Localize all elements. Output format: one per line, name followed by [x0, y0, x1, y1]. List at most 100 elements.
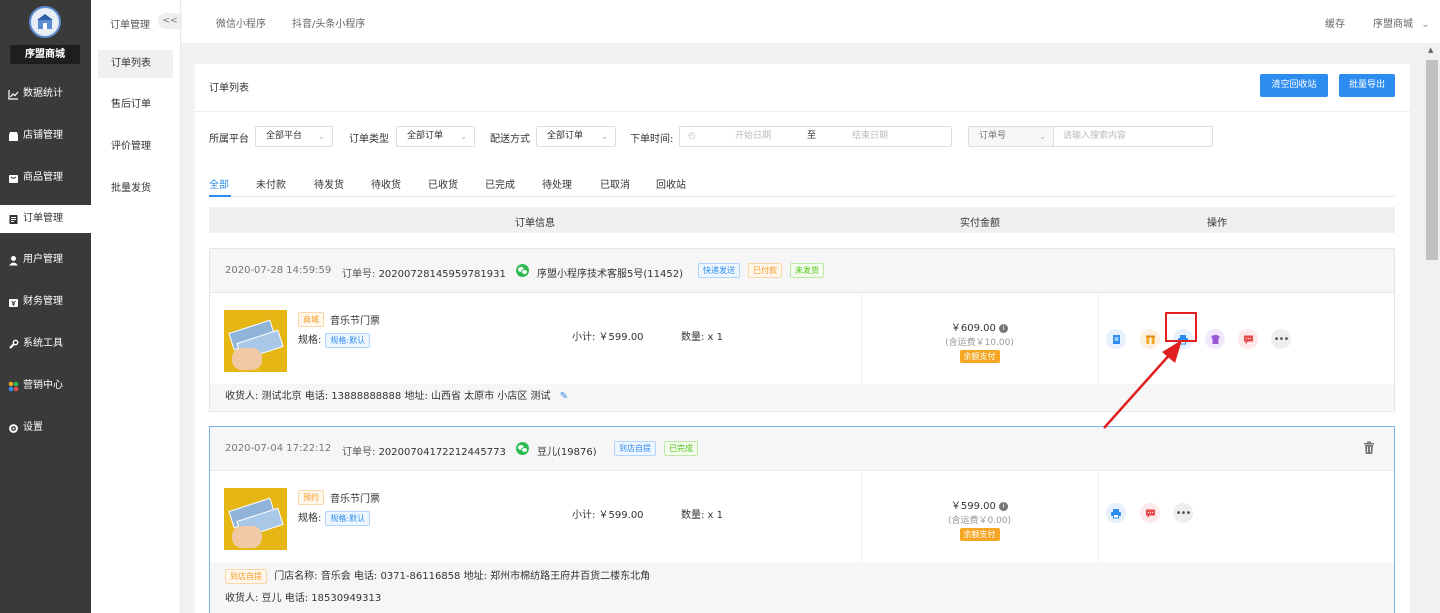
tab-completed[interactable]: 已完成 — [485, 176, 515, 191]
goods-icon — [8, 173, 19, 184]
main-panel: 订单列表 清空回收站 批量导出 所属平台 全部平台 ⌄ 订单类型 全部订单 ⌄ … — [195, 64, 1410, 613]
divider — [1098, 294, 1099, 384]
info-icon[interactable]: i — [999, 324, 1009, 333]
tab-all[interactable]: 全部 — [209, 176, 229, 191]
pickup-tag: 到店自提 — [225, 569, 267, 584]
delivery-note-button[interactable] — [1205, 329, 1225, 349]
clear-recycle-bin-button[interactable]: 清空回收站 — [1260, 74, 1328, 97]
payment-method-tag: 余额支付 — [959, 350, 1000, 363]
tab-unpaid[interactable]: 未付款 — [256, 176, 286, 191]
subnav-item-reviews[interactable]: 评价管理 — [98, 133, 173, 161]
topnav-douyin-miniprogram[interactable]: 抖音/头条小程序 — [292, 15, 365, 30]
order-body: 商城 音乐节门票 规格: 规格:默认 小计: ￥599.00 数量: x 1 ￥6… — [210, 294, 1394, 384]
tab-to-receive[interactable]: 待收货 — [371, 176, 401, 191]
print-receipt-button[interactable] — [1106, 329, 1126, 349]
tab-received[interactable]: 已收货 — [428, 176, 458, 191]
date-range-separator: 至 — [807, 131, 817, 141]
sidebar-item-finance[interactable]: 财务管理 — [0, 288, 91, 316]
active-tab-indicator — [209, 195, 231, 197]
sidebar-item-users[interactable]: 用户管理 — [0, 246, 91, 274]
scroll-up-arrow-icon[interactable]: ▲ — [1428, 46, 1433, 54]
top-bar: 微信小程序 抖音/头条小程序 缓存 序盟商城 ⌄ — [181, 0, 1440, 44]
order-type-label: 订单类型 — [349, 134, 389, 145]
ship-order-button[interactable] — [1140, 329, 1160, 349]
order-footer: 到店自提 门店名称: 音乐会 电话: 0371-86116858 地址: 郑州市… — [210, 562, 1394, 613]
sidebar-item-goods[interactable]: 商品管理 — [0, 164, 91, 192]
sidebar-item-stats[interactable]: 数据统计 — [0, 80, 91, 108]
sidebar-item-orders[interactable]: 订单管理 — [0, 205, 91, 233]
sidebar-item-store[interactable]: 店铺管理 — [0, 122, 91, 150]
product-image[interactable] — [224, 488, 287, 550]
delivery-select[interactable]: 全部订单 ⌄ — [536, 126, 616, 147]
end-date-input[interactable]: 结束日期 — [852, 127, 888, 146]
app: 序盟商城 数据统计 店铺管理 商品管理 订单管理 用户管理 财务管理 系统工具 — [0, 0, 1440, 613]
amount-value: ￥599.00 — [950, 501, 996, 512]
spec-label: 规格: — [298, 513, 322, 524]
scrollbar-thumb[interactable] — [1426, 60, 1438, 260]
tab-pending[interactable]: 待处理 — [542, 176, 572, 191]
search-input[interactable]: 请输入搜索内容 — [1053, 126, 1213, 147]
search-field-value: 订单号 — [979, 131, 1007, 141]
shop-logo[interactable] — [29, 6, 61, 38]
sidebar: 序盟商城 数据统计 店铺管理 商品管理 订单管理 用户管理 财务管理 系统工具 — [0, 0, 91, 613]
batch-export-button[interactable]: 批量导出 — [1339, 74, 1395, 97]
topnav-wechat-miniprogram[interactable]: 微信小程序 — [216, 15, 266, 30]
shipping-fee: (含运费￥10.00) — [945, 338, 1014, 348]
wrench-icon — [8, 339, 19, 350]
product-name[interactable]: 音乐节门票 — [330, 312, 380, 327]
shipping-fee: (含运费￥0.00) — [947, 516, 1012, 526]
divider — [195, 111, 1410, 112]
collapse-sidebar-button[interactable]: << — [158, 13, 182, 29]
sidebar-item-settings[interactable]: 设置 — [0, 414, 91, 442]
product-image[interactable] — [224, 310, 287, 372]
trash-icon[interactable] — [1363, 441, 1375, 458]
paid-amount: ￥599.00 i (含运费￥0.00) 余额支付 — [861, 497, 1098, 541]
subtotal: 小计: ￥599.00 — [572, 510, 644, 521]
platform-label: 所属平台 — [209, 134, 249, 145]
sidebar-item-label: 用户管理 — [23, 254, 63, 265]
platform-select[interactable]: 全部平台 ⌄ — [255, 126, 333, 147]
receiver-info: 收货人: 豆儿 电话: 18530949313 — [225, 593, 382, 604]
order-user[interactable]: 豆儿(19876) — [537, 443, 597, 458]
product-spec: 规格: 规格:默认 — [298, 509, 371, 526]
search-field-select[interactable]: 订单号 ⌄ — [968, 126, 1054, 147]
amount-value: ￥609.00 — [950, 323, 996, 334]
sidebar-item-tools[interactable]: 系统工具 — [0, 330, 91, 358]
more-icon: ••• — [1273, 333, 1290, 345]
tab-to-ship[interactable]: 待发货 — [314, 176, 344, 191]
column-actions: 操作 — [1207, 218, 1227, 229]
platform-select-value: 全部平台 — [266, 131, 303, 141]
subnav-item-after-sale[interactable]: 售后订单 — [98, 91, 173, 119]
subnav-item-batch-ship[interactable]: 批量发货 — [98, 175, 173, 203]
subnav-item-order-list[interactable]: 订单列表 — [98, 50, 173, 78]
start-date-input[interactable]: 开始日期 — [735, 127, 771, 146]
date-range-picker[interactable]: ◴ 开始日期 至 结束日期 — [679, 126, 952, 147]
tab-cancelled[interactable]: 已取消 — [600, 176, 630, 191]
order-status-tag: 已完成 — [664, 441, 698, 456]
print-order-button[interactable] — [1106, 503, 1126, 523]
tab-recycle-bin[interactable]: 回收站 — [656, 176, 686, 191]
order-header: 2020-07-04 17:22:12 订单号: 202007041722124… — [210, 427, 1394, 471]
order-user[interactable]: 序盟小程序技术客服5号(11452) — [537, 265, 683, 280]
shipping-status-tag: 未发货 — [790, 263, 824, 278]
order-footer: 收货人: 测试北京 电话: 13888888888 地址: 山西省 太原市 小店… — [210, 384, 1394, 410]
delivery-tag: 快递发送 — [698, 263, 740, 278]
sidebar-item-label: 营销中心 — [23, 380, 63, 391]
table-header: 订单信息 实付金额 操作 — [209, 207, 1395, 233]
product-source-tag: 商城 — [298, 312, 324, 327]
product-name[interactable]: 音乐节门票 — [330, 490, 380, 505]
more-actions-button[interactable]: ••• — [1271, 329, 1291, 349]
column-amount: 实付金额 — [960, 218, 1000, 229]
more-actions-button[interactable]: ••• — [1173, 503, 1193, 523]
cache-button[interactable]: 缓存 — [1325, 15, 1345, 30]
chevron-down-icon: ⌄ — [1421, 19, 1430, 30]
user-menu[interactable]: 序盟商城 ⌄ — [1373, 15, 1430, 30]
edit-icon[interactable]: ✎ — [560, 391, 568, 402]
sidebar-item-marketing[interactable]: 营销中心 — [0, 372, 91, 400]
remark-button[interactable] — [1238, 329, 1258, 349]
info-icon[interactable]: i — [999, 502, 1009, 511]
remark-button[interactable] — [1140, 503, 1160, 523]
order-type-select[interactable]: 全部订单 ⌄ — [396, 126, 475, 147]
spec-tag: 规格:默认 — [325, 511, 371, 526]
pickup-store-info: 到店自提 门店名称: 音乐会 电话: 0371-86116858 地址: 郑州市… — [225, 566, 1394, 588]
